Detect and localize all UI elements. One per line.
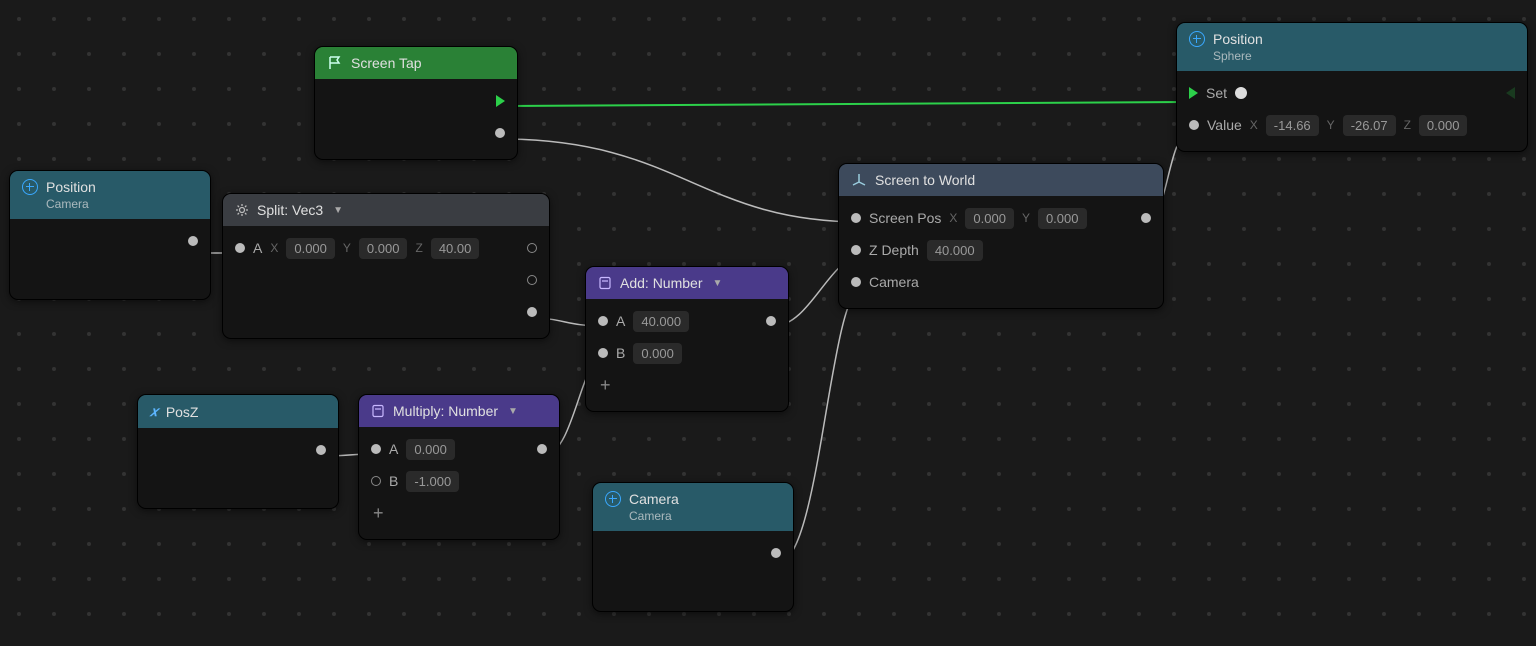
axis-x-label: X: [270, 241, 278, 255]
value-a[interactable]: 0.000: [406, 439, 455, 460]
value-y[interactable]: 0.000: [1038, 208, 1087, 229]
output-port-z[interactable]: [527, 307, 537, 317]
node-title: Add: Number: [620, 275, 702, 291]
node-title: Position: [46, 179, 96, 195]
input-port-value[interactable]: [1189, 120, 1199, 130]
value-y[interactable]: -26.07: [1343, 115, 1396, 136]
label-value: Value: [1207, 117, 1242, 133]
node-title: Screen Tap: [351, 55, 422, 71]
label-screenpos: Screen Pos: [869, 210, 941, 226]
value-y[interactable]: 0.000: [359, 238, 408, 259]
flag-icon: [327, 55, 343, 71]
node-subtitle: Camera: [46, 197, 198, 211]
node-title: Multiply: Number: [393, 403, 498, 419]
node-split-vec3[interactable]: Split: Vec3 ▼ A X 0.000 Y 0.000 Z 40.00: [222, 193, 550, 339]
value-zdepth[interactable]: 40.000: [927, 240, 983, 261]
chevron-down-icon[interactable]: ▼: [333, 205, 343, 216]
input-port-screenpos[interactable]: [851, 213, 861, 223]
node-header[interactable]: Screen to World: [839, 164, 1163, 196]
axis-z-label: Z: [1404, 118, 1411, 132]
label-zdepth: Z Depth: [869, 242, 919, 258]
calculator-icon: [598, 276, 612, 290]
node-header[interactable]: Camera Camera: [593, 483, 793, 531]
axis-y-label: Y: [343, 241, 351, 255]
node-title: Position: [1213, 31, 1263, 47]
label-set: Set: [1206, 85, 1227, 101]
label-camera: Camera: [869, 274, 919, 290]
node-screen-tap[interactable]: Screen Tap: [314, 46, 518, 160]
value-x[interactable]: 0.000: [286, 238, 335, 259]
axis-x-label: X: [949, 211, 957, 225]
add-input-button[interactable]: +: [598, 373, 613, 398]
output-port[interactable]: [1141, 213, 1151, 223]
exec-in-port[interactable]: [1189, 87, 1198, 99]
node-position-sphere[interactable]: Position Sphere Set Value X -14.66 Y -26…: [1176, 22, 1528, 152]
axis-z-label: Z: [415, 241, 422, 255]
axis-y-label: Y: [1327, 118, 1335, 132]
output-port[interactable]: [495, 128, 505, 138]
output-port[interactable]: [771, 548, 781, 558]
exec-out-port[interactable]: [496, 95, 505, 107]
node-title: Screen to World: [875, 172, 975, 188]
input-port-camera[interactable]: [851, 277, 861, 287]
exec-out-port[interactable]: [1506, 87, 1515, 99]
output-port-y[interactable]: [527, 275, 537, 285]
input-label-b: B: [616, 345, 625, 361]
toggle-dot[interactable]: [1235, 87, 1247, 99]
input-port-b[interactable]: [371, 476, 381, 486]
output-port[interactable]: [766, 316, 776, 326]
axis-y-label: Y: [1022, 211, 1030, 225]
node-header[interactable]: Position Sphere: [1177, 23, 1527, 71]
node-header[interactable]: Split: Vec3 ▼: [223, 194, 549, 226]
node-add[interactable]: Add: Number ▼ A 40.000 B 0.000 +: [585, 266, 789, 412]
variable-icon: 𝑥: [150, 403, 158, 420]
input-label-a: A: [389, 441, 398, 457]
node-header[interactable]: Screen Tap: [315, 47, 517, 79]
input-label-a: A: [253, 240, 262, 256]
value-a[interactable]: 40.000: [633, 311, 689, 332]
input-port-b[interactable]: [598, 348, 608, 358]
value-b[interactable]: 0.000: [633, 343, 682, 364]
axis-icon: [851, 172, 867, 188]
input-port-a[interactable]: [371, 444, 381, 454]
value-z[interactable]: 40.00: [431, 238, 480, 259]
node-subtitle: Camera: [629, 509, 781, 523]
value-x[interactable]: -14.66: [1266, 115, 1319, 136]
node-header[interactable]: 𝑥 PosZ: [138, 395, 338, 428]
output-port[interactable]: [537, 444, 547, 454]
node-camera[interactable]: Camera Camera: [592, 482, 794, 612]
gear-icon: [235, 203, 249, 217]
axis-x-label: X: [1250, 118, 1258, 132]
value-z[interactable]: 0.000: [1419, 115, 1468, 136]
plus-circle-icon: [1189, 31, 1205, 47]
node-header[interactable]: Position Camera: [10, 171, 210, 219]
node-title: PosZ: [166, 404, 199, 420]
input-port-zdepth[interactable]: [851, 245, 861, 255]
output-port[interactable]: [188, 236, 198, 246]
node-header[interactable]: Multiply: Number ▼: [359, 395, 559, 427]
output-port-x[interactable]: [527, 243, 537, 253]
node-title: Camera: [629, 491, 679, 507]
value-x[interactable]: 0.000: [965, 208, 1014, 229]
output-port[interactable]: [316, 445, 326, 455]
chevron-down-icon[interactable]: ▼: [712, 278, 722, 289]
node-screen-to-world[interactable]: Screen to World Screen Pos X 0.000 Y 0.0…: [838, 163, 1164, 309]
plus-circle-icon: [22, 179, 38, 195]
input-label-a: A: [616, 313, 625, 329]
node-subtitle: Sphere: [1213, 49, 1515, 63]
calculator-icon: [371, 404, 385, 418]
chevron-down-icon[interactable]: ▼: [508, 406, 518, 417]
node-header[interactable]: Add: Number ▼: [586, 267, 788, 299]
plus-circle-icon: [605, 491, 621, 507]
value-b[interactable]: -1.000: [406, 471, 459, 492]
node-posz[interactable]: 𝑥 PosZ: [137, 394, 339, 509]
input-label-b: B: [389, 473, 398, 489]
input-port-a[interactable]: [598, 316, 608, 326]
input-port[interactable]: [235, 243, 245, 253]
add-input-button[interactable]: +: [371, 501, 386, 526]
node-title: Split: Vec3: [257, 202, 323, 218]
node-position-camera[interactable]: Position Camera: [9, 170, 211, 300]
node-multiply[interactable]: Multiply: Number ▼ A 0.000 B -1.000 +: [358, 394, 560, 540]
